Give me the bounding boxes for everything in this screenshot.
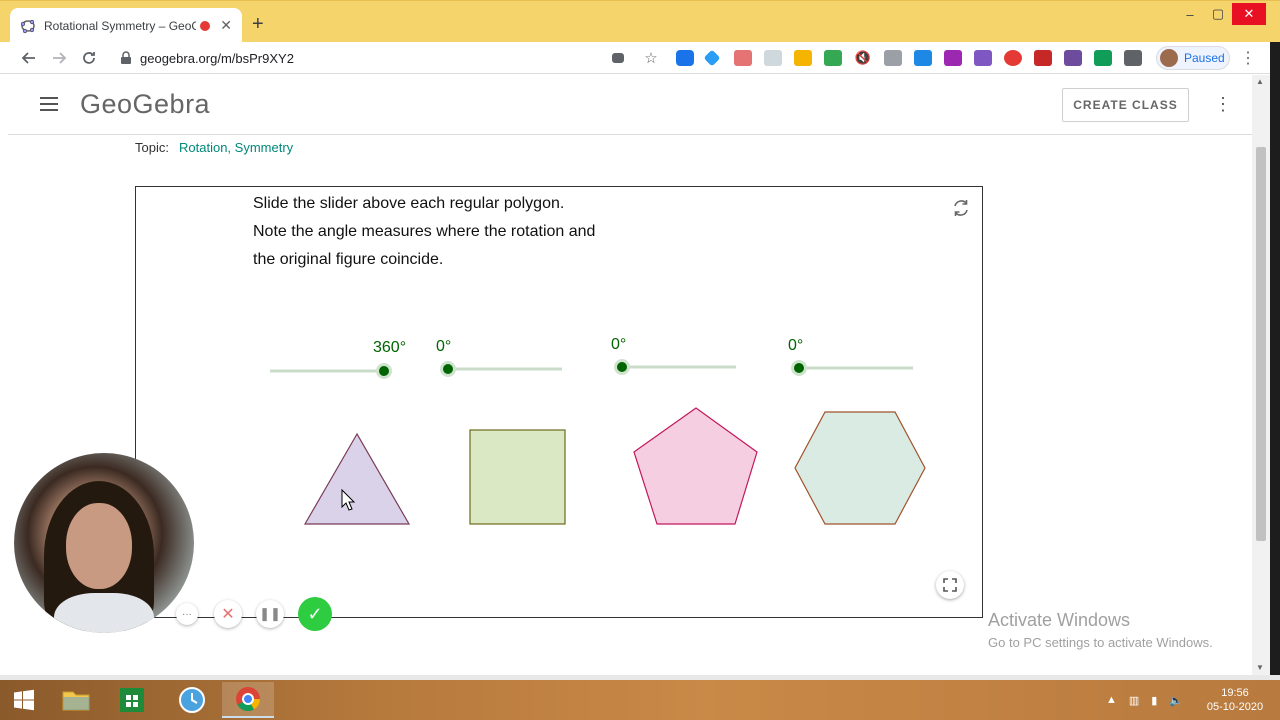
pen-extension-icon[interactable] <box>914 50 932 66</box>
recording-more-button[interactable]: ··· <box>176 603 198 625</box>
taskbar-clock-app[interactable] <box>166 682 218 718</box>
slider-3-handle[interactable] <box>617 362 627 372</box>
paused-label: Paused <box>1184 51 1225 65</box>
topic-links[interactable]: Rotation, Symmetry <box>179 140 293 155</box>
puzzle-icon[interactable] <box>1124 50 1142 66</box>
pentagon-shape[interactable] <box>633 407 758 525</box>
recording-controls: ··· ✕ ❚❚ ✓ <box>176 597 332 631</box>
url-text: geogebra.org/m/bsPr9XY2 <box>140 50 294 66</box>
avatar <box>1160 49 1178 67</box>
folder-icon <box>62 691 90 711</box>
tray-signal-icon[interactable]: ▮ <box>1151 694 1157 707</box>
browser-tab-strip: Rotational Symmetry – GeoG ✕ + – ▢ ✕ <box>0 0 1280 43</box>
window-maximize-button[interactable]: ▢ <box>1206 3 1230 25</box>
watermark-subtitle: Go to PC settings to activate Windows. <box>988 635 1213 650</box>
new-tab-button[interactable]: + <box>252 13 264 35</box>
mute-icon[interactable]: 🔇 <box>854 50 872 66</box>
activate-windows-watermark: Activate Windows Go to PC settings to ac… <box>988 610 1213 650</box>
triangle-shape[interactable] <box>303 432 411 525</box>
document-extension-icon[interactable] <box>884 50 902 66</box>
recording-cancel-button[interactable]: ✕ <box>214 600 242 628</box>
geogebra-header: GeoGebra CREATE CLASS ⋮ <box>8 75 1252 135</box>
slider-2-handle[interactable] <box>443 364 453 374</box>
clock-time: 19:56 <box>1221 687 1249 699</box>
taskbar-store[interactable] <box>106 682 158 718</box>
recording-indicator-icon <box>200 20 211 31</box>
slider-1-handle[interactable] <box>379 366 389 376</box>
taskbar-chrome[interactable] <box>222 682 274 718</box>
square-shape[interactable] <box>469 429 566 525</box>
create-class-button[interactable]: CREATE CLASS <box>1062 88 1189 122</box>
arrow-right-icon <box>53 52 67 64</box>
shapes-extension-icon[interactable] <box>734 50 752 66</box>
purple-extension-icon[interactable] <box>944 50 962 66</box>
scroll-up-icon[interactable]: ▲ <box>1256 77 1264 86</box>
brush-extension-icon[interactable] <box>974 50 992 66</box>
clock-icon <box>179 687 205 713</box>
window-minimize-button[interactable]: – <box>1178 3 1202 25</box>
tray-overflow-icon[interactable]: ▲ <box>1106 694 1117 706</box>
grid-extension-icon[interactable] <box>764 50 782 66</box>
screen-edge <box>1270 42 1280 678</box>
fullscreen-icon <box>943 578 957 592</box>
back-button[interactable] <box>18 47 40 69</box>
forward-button[interactable] <box>48 47 70 69</box>
tray-volume-icon[interactable]: 🔈 <box>1169 694 1183 707</box>
profile-paused-button[interactable]: Paused <box>1156 46 1230 70</box>
tab-title: Rotational Symmetry – GeoG <box>44 18 197 33</box>
orange-extension-icon[interactable] <box>794 50 812 66</box>
applet-canvas <box>270 359 926 525</box>
topic-label: Topic: <box>135 140 169 155</box>
pdf-extension-icon[interactable] <box>1034 50 1052 66</box>
tray-network-icon[interactable]: ▥ <box>1129 694 1139 707</box>
watermark-title: Activate Windows <box>988 610 1131 630</box>
diamond-extension-icon[interactable] <box>703 49 721 67</box>
start-button[interactable] <box>0 680 48 720</box>
taskbar-clock[interactable]: 19:56 05-10-2020 <box>1200 686 1270 714</box>
recording-pause-button[interactable]: ❚❚ <box>256 600 284 628</box>
red-circle-extension-icon[interactable] <box>1004 50 1022 66</box>
chrome-icon <box>236 687 260 712</box>
scroll-down-icon[interactable]: ▼ <box>1256 663 1264 672</box>
camera-icon[interactable] <box>612 53 624 63</box>
lock-icon <box>121 51 131 64</box>
recording-done-button[interactable]: ✓ <box>298 597 332 631</box>
browser-menu-icon[interactable]: ⋮ <box>1240 48 1256 68</box>
pdf-purple-extension-icon[interactable] <box>1064 50 1082 66</box>
geogebra-favicon-icon <box>20 19 35 33</box>
tab-close-button[interactable]: ✕ <box>220 17 232 34</box>
hamburger-menu-icon[interactable] <box>40 97 58 111</box>
browser-tab[interactable]: Rotational Symmetry – GeoG ✕ <box>10 8 242 43</box>
system-tray: ▲ ▥ ▮ 🔈 <box>1106 680 1195 720</box>
green-extension-icon[interactable] <box>824 50 842 66</box>
page-scrollbar[interactable]: ▲ ▼ <box>1252 75 1270 675</box>
window-close-button[interactable]: ✕ <box>1232 3 1266 25</box>
geogebra-logo[interactable]: GeoGebra <box>80 89 210 120</box>
store-icon <box>120 688 144 712</box>
fullscreen-button[interactable] <box>936 571 964 599</box>
arrow-left-icon <box>21 52 35 64</box>
scrollbar-thumb[interactable] <box>1256 147 1266 541</box>
star-icon[interactable]: ☆ <box>642 50 660 67</box>
slider-4-handle[interactable] <box>794 363 804 373</box>
more-options-icon[interactable]: ⋮ <box>1214 94 1232 115</box>
hexagon-shape[interactable] <box>794 411 926 525</box>
sheets-extension-icon[interactable] <box>1094 50 1112 66</box>
browser-toolbar: geogebra.org/m/bsPr9XY2 ☆ 🔇 <box>0 42 1280 74</box>
address-bar[interactable]: geogebra.org/m/bsPr9XY2 <box>112 45 672 71</box>
extensions-row: ☆ 🔇 <box>612 49 1154 67</box>
geogebra-applet: Slide the slider above each regular poly… <box>135 186 983 618</box>
windows-logo-icon <box>14 689 34 711</box>
zoom-extension-icon[interactable] <box>676 50 694 66</box>
webcam-feed <box>14 453 194 633</box>
clock-date: 05-10-2020 <box>1206 701 1264 713</box>
reload-icon <box>83 52 95 64</box>
reload-button[interactable] <box>78 47 100 69</box>
windows-taskbar: ▲ ▥ ▮ 🔈 19:56 05-10-2020 <box>0 680 1280 720</box>
taskbar-file-explorer[interactable] <box>50 682 102 718</box>
